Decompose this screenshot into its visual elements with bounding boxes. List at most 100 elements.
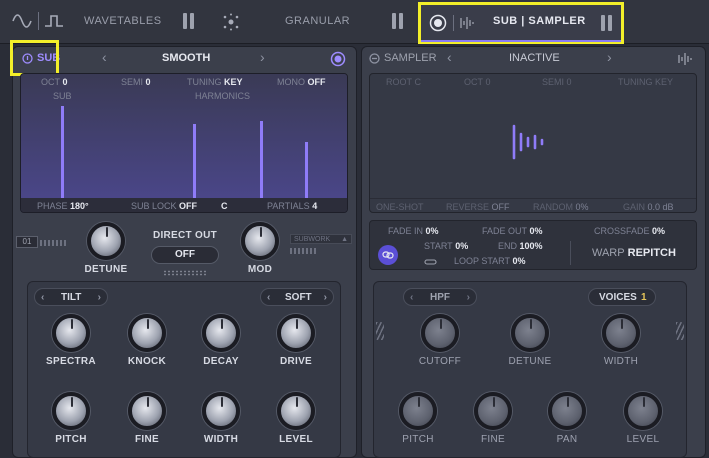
grip-strip bbox=[676, 322, 684, 340]
next-preset-arrow[interactable]: › bbox=[260, 49, 265, 65]
mod-label: MOD bbox=[247, 264, 273, 275]
sampler-pitch-knob[interactable] bbox=[399, 392, 437, 430]
width-label: WIDTH bbox=[203, 434, 239, 445]
sample-waveform-icon bbox=[460, 17, 474, 29]
sublock-param[interactable]: SUB LOCK OFF bbox=[131, 201, 197, 211]
sampler-label[interactable]: SAMPLER bbox=[384, 52, 437, 64]
chevron-left-icon[interactable]: ‹ bbox=[41, 292, 44, 303]
divider bbox=[453, 15, 454, 31]
chevron-right-icon[interactable]: › bbox=[467, 292, 470, 303]
pitch-knob[interactable] bbox=[52, 392, 90, 430]
direct-out-toggle[interactable]: OFF bbox=[151, 246, 219, 264]
crossfade-param[interactable]: CROSSFADE 0% bbox=[594, 226, 665, 236]
tab-wavetables[interactable]: WAVETABLES bbox=[84, 15, 162, 27]
sub-params-top: OCT 0 SEMI 0 TUNING KEY MONO OFF bbox=[29, 77, 341, 89]
particles-icon[interactable] bbox=[222, 13, 240, 31]
fine-label: FINE bbox=[135, 434, 159, 445]
oct-param[interactable]: OCT 0 bbox=[464, 77, 491, 87]
chevron-left-icon[interactable]: ‹ bbox=[410, 292, 413, 303]
next-preset-arrow[interactable]: › bbox=[607, 49, 612, 65]
square-wave-icon[interactable] bbox=[44, 14, 64, 28]
width-knob[interactable] bbox=[202, 392, 240, 430]
level-knob[interactable] bbox=[277, 392, 315, 430]
divider bbox=[38, 12, 39, 30]
reverse-param[interactable]: REVERSE OFF bbox=[446, 202, 510, 212]
sub-preset-name[interactable]: SMOOTH bbox=[162, 52, 210, 64]
random-param[interactable]: RANDOM 0% bbox=[533, 202, 589, 212]
sub-header: SUB ‹ SMOOTH › bbox=[14, 48, 355, 70]
fine-knob[interactable] bbox=[128, 392, 166, 430]
drive-knob[interactable] bbox=[277, 314, 315, 352]
partials-param[interactable]: PARTIALS 4 bbox=[267, 201, 317, 211]
sampler-width-knob[interactable] bbox=[602, 314, 640, 352]
prev-preset-arrow[interactable]: ‹ bbox=[102, 49, 107, 65]
chevron-right-icon[interactable]: › bbox=[98, 292, 101, 303]
tuning-param[interactable]: TUNING KEY bbox=[618, 77, 673, 87]
tilt-selector[interactable]: ‹ TILT › bbox=[34, 288, 108, 306]
sample-drop-icon[interactable] bbox=[510, 122, 550, 162]
sampler-level-knob[interactable] bbox=[624, 392, 662, 430]
soft-selector[interactable]: ‹ SOFT › bbox=[260, 288, 334, 306]
warning-icon: ▲ bbox=[341, 236, 348, 243]
fade-in-param[interactable]: FADE IN 0% bbox=[388, 226, 439, 236]
active-tab-indicator bbox=[421, 40, 621, 42]
sample-waveform-icon[interactable] bbox=[677, 52, 695, 66]
sine-wave-icon[interactable] bbox=[12, 14, 32, 28]
filter-type-label: HPF bbox=[430, 292, 450, 303]
power-icon[interactable] bbox=[369, 53, 380, 64]
sublock-note[interactable]: C bbox=[221, 201, 228, 211]
cutoff-label: CUTOFF bbox=[418, 356, 462, 367]
phase-param[interactable]: PHASE 180° bbox=[37, 201, 89, 211]
end-param[interactable]: END 100% bbox=[498, 241, 543, 251]
sub-params-bottom: PHASE 180° SUB LOCK OFF C PARTIALS 4 bbox=[21, 198, 347, 212]
sub-harmonics-display[interactable]: OCT 0 SEMI 0 TUNING KEY MONO OFF SUB HAR… bbox=[20, 73, 348, 213]
harmonic-bar bbox=[193, 124, 196, 198]
sampler-pan-knob[interactable] bbox=[548, 392, 586, 430]
sampler-level-label: LEVEL bbox=[626, 434, 660, 445]
prev-preset-arrow[interactable]: ‹ bbox=[447, 49, 452, 65]
tab-sub-sampler[interactable]: SUB | SAMPLER bbox=[418, 2, 624, 44]
fade-out-param[interactable]: FADE OUT 0% bbox=[482, 226, 543, 236]
gain-param[interactable]: GAIN 0.0 dB bbox=[623, 202, 674, 212]
loop-icon[interactable] bbox=[424, 256, 438, 266]
oct-param[interactable]: OCT 0 bbox=[41, 77, 68, 87]
detune-label: DETUNE bbox=[84, 264, 128, 275]
oneshot-param[interactable]: ONE-SHOT bbox=[376, 202, 424, 212]
sampler-width-label: WIDTH bbox=[603, 356, 639, 367]
warp-param[interactable]: WARP REPITCH bbox=[592, 247, 676, 259]
semi-param[interactable]: SEMI 0 bbox=[542, 77, 572, 87]
spectra-knob[interactable] bbox=[52, 314, 90, 352]
target-icon[interactable] bbox=[330, 51, 346, 67]
tuning-param[interactable]: TUNING KEY bbox=[187, 77, 243, 87]
chevron-right-icon[interactable]: › bbox=[324, 292, 327, 303]
chevron-left-icon[interactable]: ‹ bbox=[267, 292, 270, 303]
tab-granular[interactable]: GRANULAR bbox=[285, 15, 350, 27]
pause-icon[interactable] bbox=[601, 15, 612, 31]
sampler-fine-label: FINE bbox=[481, 434, 505, 445]
sampler-fine-knob[interactable] bbox=[474, 392, 512, 430]
voices-control[interactable]: VOICES 1 bbox=[588, 288, 656, 306]
start-param[interactable]: START 0% bbox=[424, 241, 468, 251]
sampler-preset-name[interactable]: INACTIVE bbox=[509, 52, 560, 64]
cutoff-knob[interactable] bbox=[421, 314, 459, 352]
filter-type-selector[interactable]: ‹ HPF › bbox=[403, 288, 477, 306]
sampler-detune-knob[interactable] bbox=[511, 314, 549, 352]
link-button[interactable] bbox=[378, 245, 398, 265]
mod-knob[interactable] bbox=[241, 222, 279, 260]
root-param[interactable]: ROOT C bbox=[386, 77, 421, 87]
semi-param[interactable]: SEMI 0 bbox=[121, 77, 151, 87]
sampler-filter-section bbox=[373, 281, 687, 458]
pause-icon[interactable] bbox=[392, 13, 403, 29]
subwork-strip[interactable]: SUBWORK ▲ bbox=[290, 234, 352, 244]
mono-param[interactable]: MONO OFF bbox=[277, 77, 326, 87]
sampler-pan-label: PAN bbox=[556, 434, 578, 445]
knock-knob[interactable] bbox=[128, 314, 166, 352]
grip-strip bbox=[376, 322, 384, 340]
sample-playback-section: FADE IN 0% FADE OUT 0% CROSSFADE 0% STAR… bbox=[369, 220, 697, 270]
detune-knob[interactable] bbox=[87, 222, 125, 260]
pause-icon[interactable] bbox=[183, 13, 194, 29]
loop-start-param[interactable]: LOOP START 0% bbox=[454, 256, 526, 266]
sampler-display[interactable]: ROOT C OCT 0 SEMI 0 TUNING KEY ONE-SHOT … bbox=[369, 73, 697, 213]
voices-label: VOICES bbox=[599, 292, 637, 303]
decay-knob[interactable] bbox=[202, 314, 240, 352]
